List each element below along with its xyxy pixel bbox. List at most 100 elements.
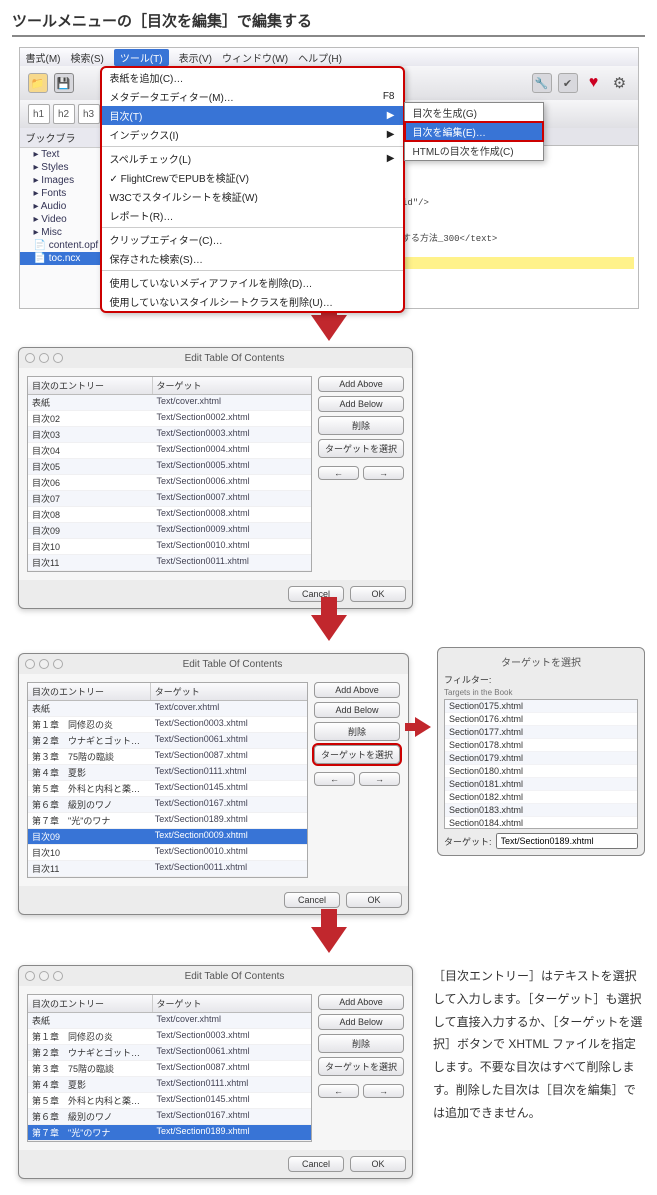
select-target-button[interactable]: ターゲットを選択 <box>314 745 400 764</box>
menu-item[interactable]: 目次(T)▶ <box>102 106 403 125</box>
h3-icon[interactable]: h3 <box>78 104 100 124</box>
toc-row[interactable]: 第１章 同修忍の炎Text/Section0003.xhtml <box>28 717 307 733</box>
toc-row[interactable]: 目次02Text/Section0002.xhtml <box>28 411 311 427</box>
select-target-button[interactable]: ターゲットを選択 <box>318 1057 404 1076</box>
submenu-item[interactable]: 目次を生成(G) <box>405 103 543 122</box>
target-list-item[interactable]: Section0179.xhtml <box>445 752 637 765</box>
toc-row[interactable]: 第１章 同修忍の炎Text/Section0003.xhtml <box>28 1029 311 1045</box>
toc-row[interactable]: 第７章 "光"のワナText/Section0189.xhtml <box>28 1125 311 1141</box>
settings-icon[interactable]: ⚙ <box>610 73 630 93</box>
save-icon[interactable]: 💾 <box>54 73 74 93</box>
add-below-button[interactable]: Add Below <box>318 396 404 412</box>
h1-icon[interactable]: h1 <box>28 104 50 124</box>
target-list-item[interactable]: Section0182.xhtml <box>445 791 637 804</box>
toc-row[interactable]: 第４章 夏影Text/Section0111.xhtml <box>28 1077 311 1093</box>
cancel-button[interactable]: Cancel <box>288 1156 344 1172</box>
toc-row[interactable]: 第５章 外科と内科と薬局と斎藤Text/Section0145.xhtml <box>28 781 307 797</box>
zoom-icon[interactable] <box>53 353 63 363</box>
select-target-button[interactable]: ターゲットを選択 <box>318 439 404 458</box>
toc-row[interactable]: 第６章 級別のワノText/Section0167.xhtml <box>28 797 307 813</box>
toc-row[interactable]: 目次10Text/Section0010.xhtml <box>28 845 307 861</box>
add-above-button[interactable]: Add Above <box>318 994 404 1010</box>
toc-row[interactable]: 目次09Text/Section0009.xhtml <box>28 829 307 845</box>
toc-row[interactable]: 第３章 75階の臨談Text/Section0087.xhtml <box>28 1061 311 1077</box>
toc-row[interactable]: 目次07Text/Section0007.xhtml <box>28 491 311 507</box>
indent-button[interactable]: → <box>359 772 400 786</box>
toc-row[interactable]: 第４章 夏影Text/Section0111.xhtml <box>28 765 307 781</box>
tools-menu-dropdown[interactable]: 表紙を追加(C)…メタデータエディター(M)…F8目次(T)▶インデックス(I)… <box>100 66 405 313</box>
minimize-icon[interactable] <box>39 971 49 981</box>
target-list-item[interactable]: Section0176.xhtml <box>445 713 637 726</box>
ok-button[interactable]: OK <box>346 892 402 908</box>
toc-list[interactable]: 目次のエントリーターゲット 表紙Text/cover.xhtml第１章 同修忍の… <box>27 682 308 878</box>
indent-button[interactable]: → <box>363 1084 404 1098</box>
add-below-button[interactable]: Add Below <box>318 1014 404 1030</box>
target-field[interactable] <box>496 833 638 849</box>
toc-row[interactable]: 目次05Text/Section0005.xhtml <box>28 459 311 475</box>
target-list-item[interactable]: Section0178.xhtml <box>445 739 637 752</box>
menu-item[interactable]: ✓ FlightCrewでEPUBを検証(V) <box>102 168 403 187</box>
toc-row[interactable]: 目次10Text/Section0010.xhtml <box>28 539 311 555</box>
toc-row[interactable]: 目次09Text/Section0009.xhtml <box>28 523 311 539</box>
minimize-icon[interactable] <box>39 659 49 669</box>
ok-button[interactable]: OK <box>350 1156 406 1172</box>
menu-item[interactable]: 保存された検索(S)… <box>102 249 403 268</box>
toc-row[interactable]: 目次06Text/Section0006.xhtml <box>28 475 311 491</box>
toc-row[interactable]: 表紙Text/cover.xhtml <box>28 395 311 411</box>
menu-item[interactable]: ツール(T) <box>114 49 169 66</box>
menu-item[interactable]: 表紙を追加(C)… <box>102 68 403 87</box>
target-list-item[interactable]: Section0183.xhtml <box>445 804 637 817</box>
outdent-button[interactable]: ← <box>314 772 355 786</box>
delete-button[interactable]: 削除 <box>318 1034 404 1053</box>
toc-row[interactable]: 目次11Text/Section0011.xhtml <box>28 555 311 571</box>
toc-row[interactable]: 表紙Text/cover.xhtml <box>28 1013 311 1029</box>
target-list[interactable]: Section0175.xhtmlSection0176.xhtmlSectio… <box>444 699 638 829</box>
tool-icon[interactable]: 🔧 <box>532 73 552 93</box>
delete-button[interactable]: 削除 <box>318 416 404 435</box>
add-below-button[interactable]: Add Below <box>314 702 400 718</box>
close-icon[interactable] <box>25 971 35 981</box>
toc-list[interactable]: 目次のエントリーターゲット 表紙Text/cover.xhtml第１章 同修忍の… <box>27 994 312 1142</box>
favorite-icon[interactable]: ♥ <box>584 73 604 93</box>
toc-row[interactable]: 目次08Text/Section0008.xhtml <box>28 507 311 523</box>
menu-item[interactable]: レポート(R)… <box>102 206 403 225</box>
toc-list[interactable]: 目次のエントリーターゲット 表紙Text/cover.xhtml目次02Text… <box>27 376 312 572</box>
menu-item[interactable]: 使用していないスタイルシートクラスを削除(U)… <box>102 292 403 311</box>
zoom-icon[interactable] <box>53 659 63 669</box>
target-list-item[interactable]: Section0180.xhtml <box>445 765 637 778</box>
ok-button[interactable]: OK <box>350 586 406 602</box>
zoom-icon[interactable] <box>53 971 63 981</box>
target-list-item[interactable]: Section0177.xhtml <box>445 726 637 739</box>
h2-icon[interactable]: h2 <box>53 104 75 124</box>
outdent-button[interactable]: ← <box>318 1084 359 1098</box>
add-above-button[interactable]: Add Above <box>314 682 400 698</box>
outdent-button[interactable]: ← <box>318 466 359 480</box>
menubar[interactable]: 書式(M)検索(S)ツール(T)表示(V)ウィンドウ(W)ヘルプ(H) <box>20 48 638 66</box>
menu-item[interactable]: W3Cでスタイルシートを検証(W) <box>102 187 403 206</box>
add-above-button[interactable]: Add Above <box>318 376 404 392</box>
menu-item[interactable]: 検索(S) <box>71 50 104 65</box>
toc-row[interactable]: 第２章 ウナギとゴットハンドText/Section0061.xhtml <box>28 733 307 749</box>
menu-item[interactable]: ヘルプ(H) <box>298 50 342 65</box>
menu-item[interactable]: インデックス(I)▶ <box>102 125 403 144</box>
submenu-item[interactable]: HTMLの目次を作成(C) <box>405 141 543 160</box>
cancel-button[interactable]: Cancel <box>284 892 340 908</box>
toc-row[interactable]: 目次04Text/Section0004.xhtml <box>28 443 311 459</box>
menu-item[interactable]: クリップエディター(C)… <box>102 230 403 249</box>
toc-row[interactable]: 目次11Text/Section0011.xhtml <box>28 861 307 877</box>
menu-item[interactable]: 書式(M) <box>26 50 61 65</box>
minimize-icon[interactable] <box>39 353 49 363</box>
target-list-item[interactable]: Section0184.xhtml <box>445 817 637 829</box>
toc-row[interactable]: 表紙Text/cover.xhtml <box>28 701 307 717</box>
close-icon[interactable] <box>25 659 35 669</box>
toc-row[interactable]: 第３章 75階の臨談Text/Section0087.xhtml <box>28 749 307 765</box>
toc-row[interactable]: 第２章 ウナギとゴットハンドText/Section0061.xhtml <box>28 1045 311 1061</box>
target-list-item[interactable]: Section0181.xhtml <box>445 778 637 791</box>
menu-item[interactable]: メタデータエディター(M)…F8 <box>102 87 403 106</box>
toc-row[interactable]: 第６章 級別のワノText/Section0167.xhtml <box>28 1109 311 1125</box>
close-icon[interactable] <box>25 353 35 363</box>
menu-item[interactable]: 表示(V) <box>179 50 212 65</box>
delete-button[interactable]: 削除 <box>314 722 400 741</box>
menu-item[interactable]: スペルチェック(L)▶ <box>102 149 403 168</box>
validate-icon[interactable]: ✔ <box>558 73 578 93</box>
